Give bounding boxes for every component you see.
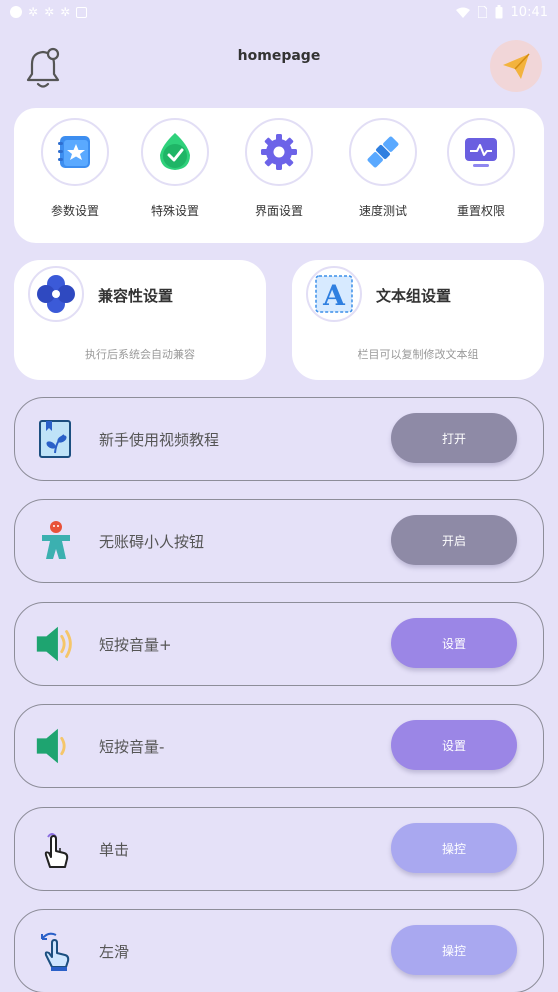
reset-monitor-icon <box>447 118 515 186</box>
tool-label: 重置权限 <box>456 204 505 218</box>
special-check-icon <box>141 118 209 186</box>
row-label: 无账碍小人按钮 <box>99 533 205 551</box>
tools-card: 参数设置 特殊设置 界面设置 速度测试 重置权限 <box>14 108 544 243</box>
row-tutorial: 新手使用视频教程 打开 <box>14 397 544 481</box>
svg-text:A: A <box>322 279 346 312</box>
volume-up-icon <box>33 621 79 667</box>
card-subtitle: 栏目可以复制修改文本组 <box>357 348 479 361</box>
send-button[interactable] <box>490 40 542 92</box>
sim-icon <box>477 6 487 18</box>
tool-special[interactable]: 特殊设置 <box>130 118 220 219</box>
row-swipe-left: 左滑 操控 <box>14 909 544 992</box>
text-letter-a-icon: A <box>306 266 362 322</box>
wifi-icon <box>455 7 470 18</box>
bug-icon: ✲ <box>28 5 39 19</box>
tool-label: 参数设置 <box>50 204 99 218</box>
tool-params[interactable]: 参数设置 <box>30 118 120 219</box>
clock: 10:41 <box>510 4 548 20</box>
tool-speed[interactable]: 速度测试 <box>338 118 428 219</box>
tool-reset[interactable]: 重置权限 <box>436 118 526 219</box>
header: homepage <box>0 36 558 100</box>
volume-up-settings-button[interactable]: 设置 <box>391 618 517 668</box>
tap-control-button[interactable]: 操控 <box>391 823 517 873</box>
tool-interface[interactable]: 界面设置 <box>234 118 324 219</box>
row-volume-up: 短按音量+ 设置 <box>14 602 544 686</box>
status-bar: ✲ ✲ ✲ 10:41 <box>0 0 558 24</box>
text-group-settings-card[interactable]: A 文本组设置 栏目可以复制修改文本组 <box>292 260 544 380</box>
row-label: 短按音量+ <box>99 636 172 654</box>
little-man-icon <box>33 518 79 564</box>
card-title: 兼容性设置 <box>98 287 174 305</box>
speed-satellite-icon <box>349 118 417 186</box>
interface-gear-icon <box>245 118 313 186</box>
compat-flower-icon <box>28 266 84 322</box>
row-label: 新手使用视频教程 <box>99 431 220 449</box>
row-tap: 单击 操控 <box>14 807 544 891</box>
tutorial-book-icon <box>33 416 79 462</box>
swipe-hand-icon <box>33 928 79 974</box>
app-notification-icon <box>76 6 88 18</box>
tool-label: 速度测试 <box>358 204 407 218</box>
paper-plane-icon <box>503 53 530 79</box>
bug-icon: ✲ <box>60 5 71 19</box>
notification-dot-icon <box>10 6 22 18</box>
params-star-icon <box>41 118 109 186</box>
card-title: 文本组设置 <box>376 287 452 305</box>
tool-label: 界面设置 <box>254 204 303 218</box>
enable-button[interactable]: 开启 <box>391 515 517 565</box>
bug-icon: ✲ <box>44 5 55 19</box>
tool-label: 特殊设置 <box>150 204 199 218</box>
volume-down-settings-button[interactable]: 设置 <box>391 720 517 770</box>
volume-down-icon <box>33 723 79 769</box>
open-button[interactable]: 打开 <box>391 413 517 463</box>
status-left: ✲ ✲ ✲ <box>10 5 88 19</box>
tap-hand-icon <box>33 826 79 872</box>
row-volume-down: 短按音量- 设置 <box>14 704 544 788</box>
page-title: homepage <box>237 48 321 64</box>
card-subtitle: 执行后系统会自动兼容 <box>85 348 195 361</box>
battery-icon <box>495 5 503 19</box>
row-label: 单击 <box>99 841 130 859</box>
row-label: 左滑 <box>99 943 130 961</box>
row-label: 短按音量- <box>99 738 165 756</box>
status-right: 10:41 <box>455 4 548 20</box>
compat-settings-card[interactable]: 兼容性设置 执行后系统会自动兼容 <box>14 260 266 380</box>
swipe-control-button[interactable]: 操控 <box>391 925 517 975</box>
row-little-man: 无账碍小人按钮 开启 <box>14 499 544 583</box>
